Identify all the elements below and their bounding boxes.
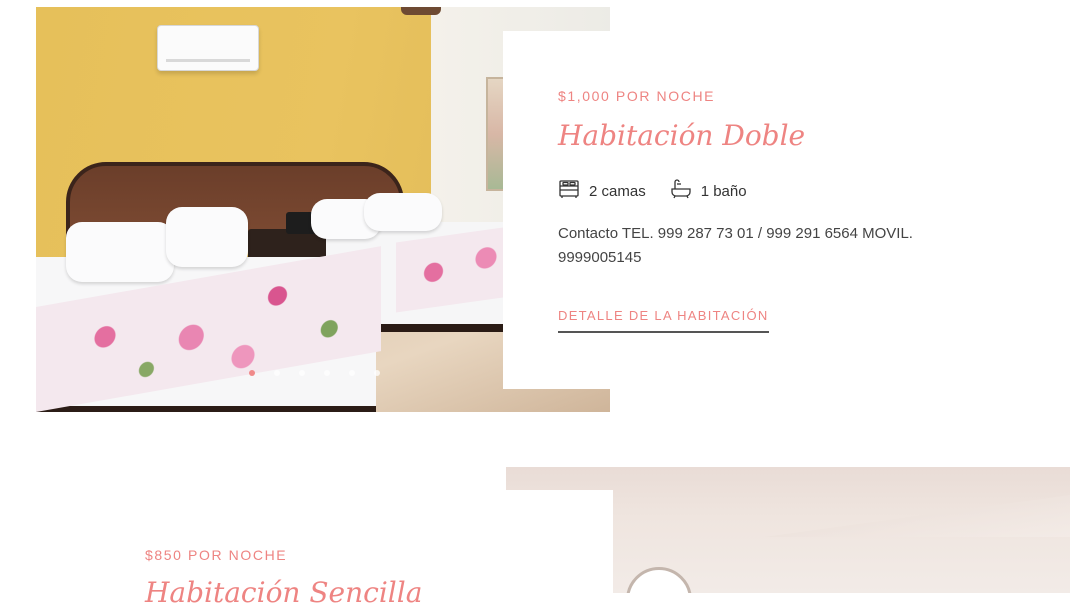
bathtub-icon <box>670 179 701 203</box>
room-detail-link[interactable]: DETALLE DE LA HABITACIÓN <box>558 308 769 333</box>
slider-dots <box>249 370 380 376</box>
slider-dot[interactable] <box>349 370 355 376</box>
amenity-label: 2 camas <box>589 182 646 200</box>
room-price: $850 POR NOCHE <box>145 547 288 563</box>
bed-icon <box>558 179 589 203</box>
slider-dot[interactable] <box>374 370 380 376</box>
room-title[interactable]: Habitación Doble <box>558 119 805 152</box>
amenity-label: 1 baño <box>700 182 747 200</box>
amenity-bathrooms: 1 baño <box>670 179 747 203</box>
room-card-sencilla: $850 POR NOCHE Habitación Sencilla <box>0 490 613 609</box>
slider-dot[interactable] <box>324 370 330 376</box>
photo-pillow <box>166 207 248 267</box>
room-price: $1,000 POR NOCHE <box>558 88 716 104</box>
photo-ceiling-fan <box>401 7 441 15</box>
photo-ceiling <box>764 495 1070 537</box>
amenity-beds: 2 camas <box>558 179 646 203</box>
previous-section-remnant <box>693 0 789 3</box>
slider-dot[interactable] <box>299 370 305 376</box>
slider-dot[interactable] <box>249 370 255 376</box>
slider-dot[interactable] <box>274 370 280 376</box>
photo-pillow <box>66 222 174 282</box>
room-amenities: 2 camas 1 baño <box>558 179 771 203</box>
room-contact: Contacto TEL. 999 287 73 01 / 999 291 65… <box>558 225 913 266</box>
photo-window <box>626 567 692 593</box>
room-card-doble: $1,000 POR NOCHE Habitación Doble 2 cama… <box>503 31 1070 389</box>
photo-pillow <box>364 193 442 231</box>
photo-air-conditioner <box>157 25 259 71</box>
